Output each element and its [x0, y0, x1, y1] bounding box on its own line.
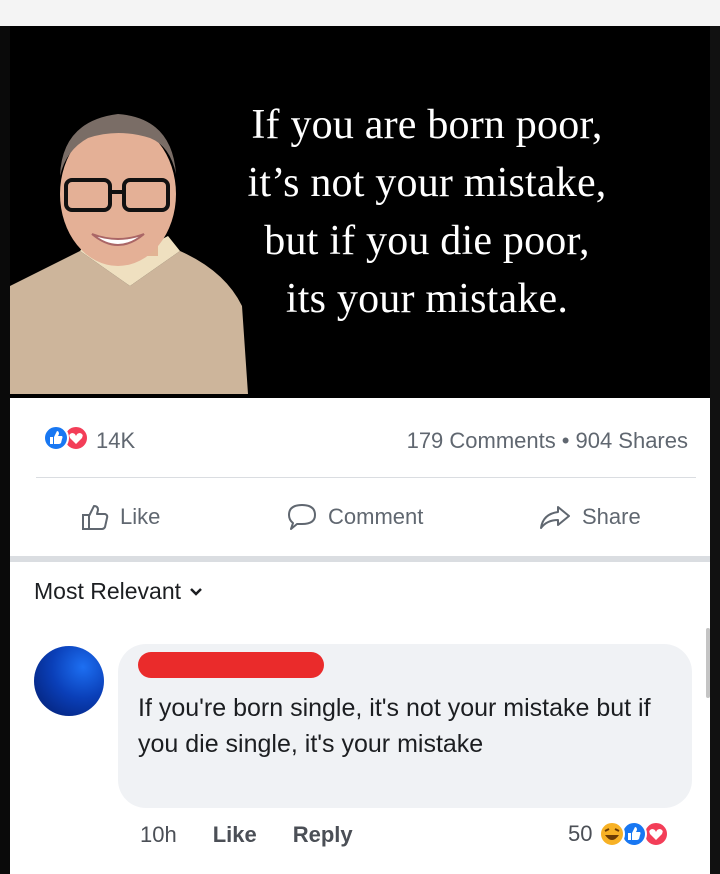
- comment-sort-dropdown[interactable]: Most Relevant: [34, 578, 203, 605]
- quote-text: If you are born poor, it’s not your mist…: [222, 96, 632, 328]
- quote-image[interactable]: If you are born poor, it’s not your mist…: [10, 26, 710, 398]
- comment-meta: 10h Like Reply: [140, 822, 389, 848]
- redacted-commenter-name: [138, 652, 324, 678]
- share-label: Share: [582, 504, 641, 529]
- quote-line: its your mistake.: [285, 276, 569, 322]
- post-stats: 14K 179 Comments • 904 Shares: [10, 398, 710, 476]
- frame-border: [0, 26, 10, 874]
- like-icon: [621, 821, 648, 847]
- sort-label: Most Relevant: [34, 578, 182, 604]
- frame-border: [710, 26, 720, 874]
- comments-count[interactable]: 179 Comments: [407, 428, 556, 453]
- reaction-icons[interactable]: [36, 425, 96, 451]
- comment-reaction-count: 50: [568, 821, 593, 846]
- haha-icon: [599, 821, 626, 847]
- chevron-down-icon: [190, 587, 202, 596]
- quote-line: it’s not your mistake,: [247, 160, 607, 206]
- divider: [36, 477, 696, 478]
- comment-reply-link[interactable]: Reply: [293, 822, 353, 848]
- quote-line: If you are born poor,: [251, 102, 603, 148]
- like-button[interactable]: Like: [80, 502, 160, 532]
- comment-bubble-icon: [288, 504, 316, 530]
- engagement-summary: 179 Comments • 904 Shares: [407, 428, 688, 454]
- love-icon: [643, 821, 670, 847]
- comment-time[interactable]: 10h: [140, 822, 177, 848]
- portrait-photo: [10, 114, 248, 394]
- quote-line: but if you die poor,: [264, 218, 590, 264]
- scrollbar[interactable]: [706, 628, 710, 698]
- share-button[interactable]: Share: [538, 502, 641, 532]
- post-footer: 14K 179 Comments • 904 Shares Like Comment…: [10, 398, 710, 874]
- separator-dot: •: [561, 428, 570, 453]
- comment-text: If you're born single, it's not your mis…: [138, 694, 651, 758]
- like-label: Like: [120, 504, 161, 529]
- comment-reaction-icons: [599, 821, 670, 847]
- post-actions: Like Comment Share: [10, 480, 710, 552]
- comment-label: Comment: [328, 504, 424, 529]
- share-arrow-icon: [540, 506, 570, 529]
- comment-reactions[interactable]: 50: [568, 820, 670, 848]
- like-icon: [43, 425, 69, 451]
- comment-like-link[interactable]: Like: [213, 822, 257, 848]
- section-divider: [10, 556, 710, 562]
- top-strip: [0, 0, 720, 26]
- reaction-count[interactable]: 14K: [96, 428, 135, 454]
- avatar[interactable]: [34, 646, 104, 716]
- comment-bubble: If you're born single, it's not your mis…: [118, 644, 692, 808]
- thumbs-up-icon: [82, 505, 109, 530]
- comment-button[interactable]: Comment: [286, 502, 423, 532]
- shares-count[interactable]: 904 Shares: [575, 428, 688, 453]
